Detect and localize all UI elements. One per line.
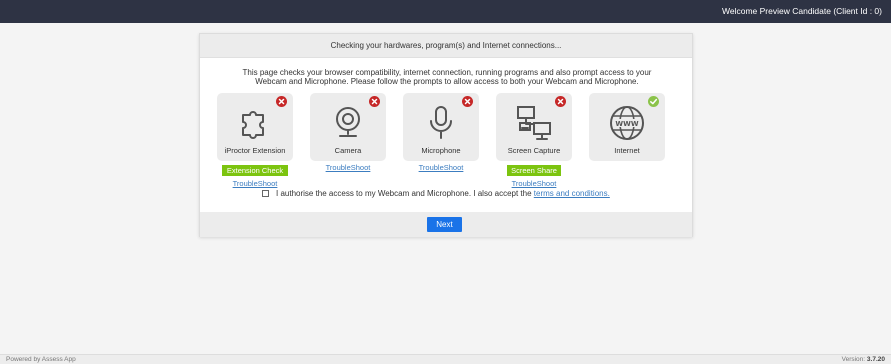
check-label: Microphone [421, 146, 461, 155]
version-text: Version: 3.7.20 [842, 356, 885, 363]
top-bar: Welcome Preview Candidate (Client Id : 0… [0, 0, 891, 23]
check-label: Camera [334, 146, 362, 155]
puzzle-icon [242, 111, 264, 139]
version-value: 3.7.20 [866, 356, 885, 363]
description-line-1: This page checks your browser compatibil… [242, 68, 652, 77]
webcam-icon [336, 107, 360, 137]
check-label: Screen Capture [507, 146, 561, 155]
troubleshoot-link-microphone[interactable]: TroubleShoot [408, 163, 474, 172]
status-fail-icon [555, 96, 566, 107]
check-tile-screen-capture: Screen Capture [496, 93, 572, 161]
terms-link[interactable]: terms and conditions. [534, 189, 610, 198]
globe-www-icon: WWW [610, 106, 644, 140]
screen-share-button[interactable]: Screen Share [507, 165, 561, 176]
consent-text: I authorise the access to my Webcam and … [276, 189, 532, 198]
next-button[interactable]: Next [427, 217, 462, 232]
check-label: Internet [614, 146, 640, 155]
card-description: This page checks your browser compatibil… [212, 68, 682, 86]
consent-row: I authorise the access to my Webcam and … [262, 189, 610, 198]
check-tile-internet: WWW Internet [589, 93, 665, 161]
svg-text:WWW: WWW [615, 120, 638, 128]
status-fail-icon [369, 96, 380, 107]
version-label: Version: [841, 356, 866, 363]
consent-checkbox[interactable] [262, 190, 269, 197]
page-footer [0, 354, 891, 364]
check-label: iProctor Extension [224, 146, 286, 155]
check-tile-iproctor-extension: iProctor Extension [217, 93, 293, 161]
extension-check-button[interactable]: Extension Check [222, 165, 288, 176]
status-fail-icon [276, 96, 287, 107]
card-title: Checking your hardwares, program(s) and … [200, 34, 692, 58]
system-check-card: Checking your hardwares, program(s) and … [199, 33, 693, 237]
description-line-2: Webcam and Microphone. Please follow the… [255, 77, 639, 86]
troubleshoot-link-extension[interactable]: TroubleShoot [222, 179, 288, 188]
microphone-icon [430, 106, 452, 139]
status-pass-icon [648, 96, 659, 107]
troubleshoot-link-camera[interactable]: TroubleShoot [315, 163, 381, 172]
welcome-text: Welcome Preview Candidate (Client Id : 0… [722, 6, 882, 16]
powered-by-text: Powered by Assess App [6, 356, 76, 363]
status-fail-icon [462, 96, 473, 107]
troubleshoot-link-screen-capture[interactable]: TroubleShoot [501, 179, 567, 188]
monitors-icon [517, 106, 551, 140]
check-tile-camera: Camera [310, 93, 386, 161]
check-tile-microphone: Microphone [403, 93, 479, 161]
